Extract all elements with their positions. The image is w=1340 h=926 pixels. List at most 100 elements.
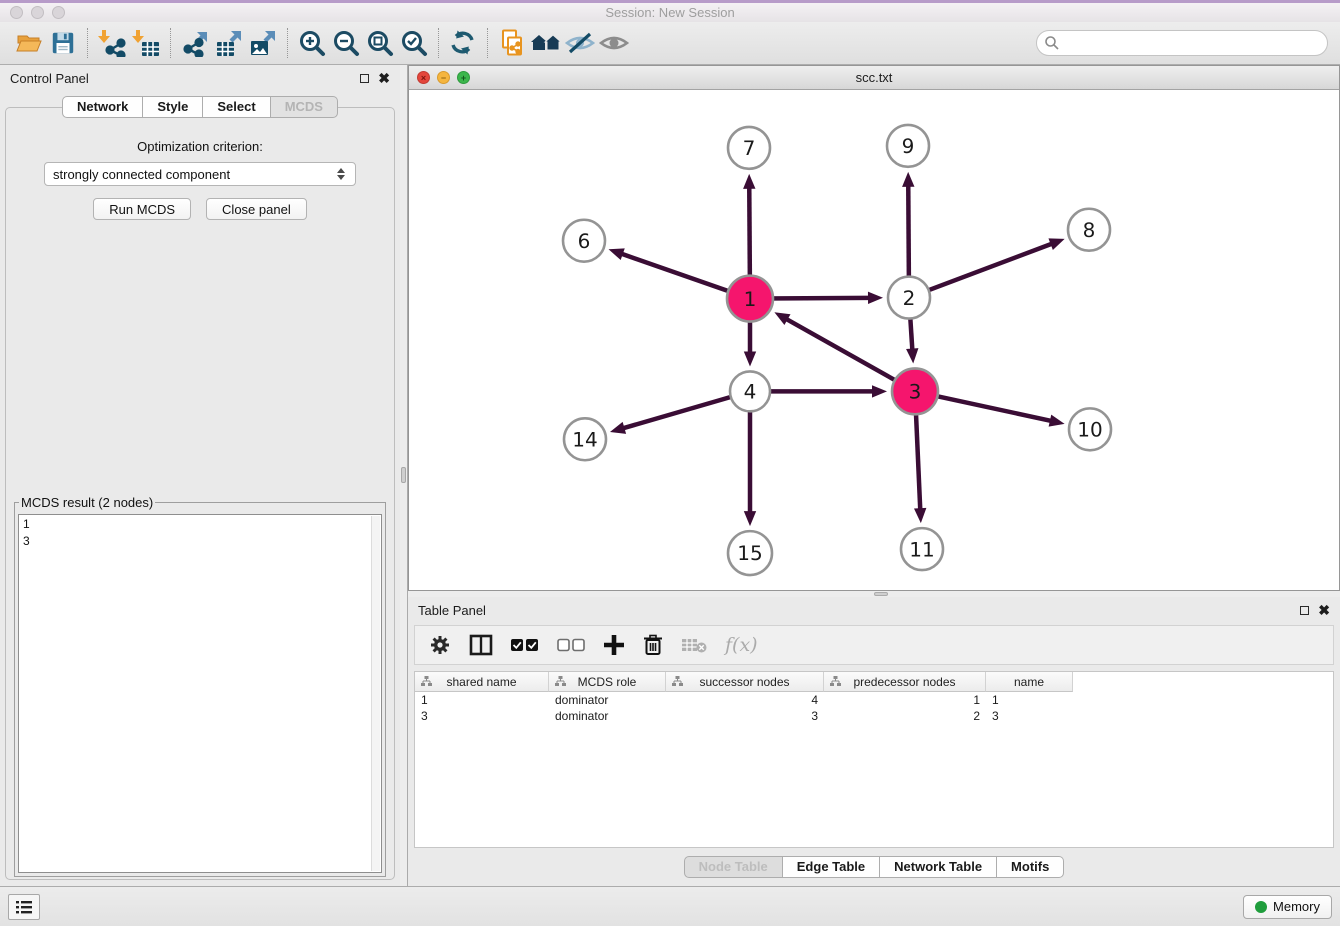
node-14[interactable]: 14 xyxy=(564,418,606,460)
column-header-name[interactable]: name xyxy=(986,672,1073,692)
node-15[interactable]: 15 xyxy=(728,531,772,575)
zoom-out-button[interactable] xyxy=(329,27,363,59)
refresh-view-button[interactable] xyxy=(446,27,480,59)
tab-network-table[interactable]: Network Table xyxy=(880,856,997,878)
node-1[interactable]: 1 xyxy=(727,276,773,322)
unselect-all-columns-button[interactable] xyxy=(557,638,585,652)
splitter-grip[interactable] xyxy=(874,592,888,596)
node-4[interactable]: 4 xyxy=(730,371,770,411)
tab-mcds[interactable]: MCDS xyxy=(271,96,338,118)
hide-selected-button[interactable] xyxy=(563,27,597,59)
create-column-button[interactable] xyxy=(603,634,625,656)
close-panel-icon[interactable]: ✖ xyxy=(378,73,390,83)
view-maximize-icon[interactable]: + xyxy=(457,71,470,84)
tab-edge-table[interactable]: Edge Table xyxy=(783,856,880,878)
zoom-fit-button[interactable] xyxy=(363,27,397,59)
table-cell[interactable]: 4 xyxy=(666,693,824,707)
edge-2-8[interactable] xyxy=(909,238,1065,297)
first-neighbors-button[interactable] xyxy=(529,27,563,59)
column-header-label: MCDS role xyxy=(578,675,637,689)
table-cell[interactable]: 3 xyxy=(415,709,549,723)
window-traffic-lights[interactable] xyxy=(10,6,65,19)
table-cell[interactable]: 2 xyxy=(824,709,986,723)
table-cell[interactable]: 1 xyxy=(986,693,1073,707)
window-close-icon[interactable] xyxy=(10,6,23,19)
task-history-button[interactable] xyxy=(8,894,40,920)
node-8[interactable]: 8 xyxy=(1068,209,1110,251)
close-panel-button[interactable]: Close panel xyxy=(206,198,307,220)
horizontal-splitter[interactable] xyxy=(408,591,1340,597)
graph-svg[interactable]: 7 9 6 8 1 2 4 3 14 10 15 11 xyxy=(409,90,1339,590)
table-cell[interactable]: 1 xyxy=(824,693,986,707)
mcds-result-box[interactable]: 13 xyxy=(18,514,382,873)
view-minimize-icon[interactable]: − xyxy=(437,71,450,84)
toggle-panel-columns-button[interactable] xyxy=(469,634,493,656)
column-header-predecessor-nodes[interactable]: predecessor nodes xyxy=(824,672,986,692)
run-mcds-button[interactable]: Run MCDS xyxy=(93,198,191,220)
node-3[interactable]: 3 xyxy=(892,368,938,414)
arrowhead-icon xyxy=(743,174,755,189)
table-cell[interactable]: 3 xyxy=(986,709,1073,723)
tab-network[interactable]: Network xyxy=(62,96,143,118)
edge-4-14[interactable] xyxy=(610,391,750,433)
result-scrollbar[interactable] xyxy=(371,516,380,871)
import-table-button[interactable] xyxy=(129,27,163,59)
column-header-shared-name[interactable]: shared name xyxy=(415,672,549,692)
export-table-button[interactable] xyxy=(212,27,246,59)
tab-motifs[interactable]: Motifs xyxy=(997,856,1064,878)
tab-style[interactable]: Style xyxy=(143,96,203,118)
window-minimize-icon[interactable] xyxy=(31,6,44,19)
save-session-button[interactable] xyxy=(46,27,80,59)
window-zoom-icon[interactable] xyxy=(52,6,65,19)
table-row[interactable]: 1dominator411 xyxy=(415,692,1333,708)
table-cell[interactable]: 1 xyxy=(415,693,549,707)
export-network-button[interactable] xyxy=(178,27,212,59)
view-close-icon[interactable]: × xyxy=(417,71,430,84)
node-table: shared name MCDS role successor nodesprede… xyxy=(414,671,1334,848)
node-label: 4 xyxy=(744,380,757,404)
column-header-mcds-role[interactable]: MCDS role xyxy=(549,672,666,692)
zoom-in-icon xyxy=(297,28,327,58)
network-canvas[interactable]: 7 9 6 8 1 2 4 3 14 10 15 11 xyxy=(409,90,1339,590)
close-panel-icon[interactable]: ✖ xyxy=(1318,605,1330,615)
float-panel-icon[interactable] xyxy=(1300,606,1309,615)
splitter-grip[interactable] xyxy=(401,467,406,483)
optimization-criterion-select[interactable]: strongly connected component xyxy=(44,162,356,186)
main-toolbar xyxy=(0,22,1340,65)
node-6[interactable]: 6 xyxy=(563,220,605,262)
checked-boxes-icon xyxy=(511,638,539,652)
node-11[interactable]: 11 xyxy=(901,528,943,570)
import-network-button[interactable] xyxy=(95,27,129,59)
node-label: 6 xyxy=(578,229,591,253)
column-header-successor-nodes[interactable]: successor nodes xyxy=(666,672,824,692)
node-10[interactable]: 10 xyxy=(1069,408,1111,450)
select-all-columns-button[interactable] xyxy=(511,638,539,652)
float-panel-icon[interactable] xyxy=(360,74,369,83)
tab-node-table[interactable]: Node Table xyxy=(684,856,783,878)
zoom-in-button[interactable] xyxy=(295,27,329,59)
show-all-button[interactable] xyxy=(597,27,631,59)
node-9[interactable]: 9 xyxy=(887,125,929,167)
open-session-button[interactable] xyxy=(12,27,46,59)
node-7[interactable]: 7 xyxy=(728,127,770,169)
export-image-button[interactable] xyxy=(246,27,280,59)
table-panel: Table Panel ✖ xyxy=(408,597,1340,886)
columns-icon xyxy=(469,634,493,656)
table-cell[interactable]: 3 xyxy=(666,709,824,723)
tab-select[interactable]: Select xyxy=(203,96,270,118)
node-2[interactable]: 2 xyxy=(888,277,930,319)
memory-button[interactable]: Memory xyxy=(1243,895,1332,919)
zoom-selected-icon xyxy=(399,28,429,58)
new-network-from-selection-button[interactable] xyxy=(495,27,529,59)
delete-column-button[interactable] xyxy=(643,634,663,656)
table-panel-header: Table Panel ✖ xyxy=(408,597,1340,623)
table-settings-button[interactable] xyxy=(429,634,451,656)
arrowhead-icon xyxy=(1049,415,1065,427)
search-input[interactable] xyxy=(1036,30,1328,56)
table-cell[interactable]: dominator xyxy=(549,693,666,707)
zoom-fit-icon xyxy=(365,28,395,58)
table-cell[interactable]: dominator xyxy=(549,709,666,723)
zoom-selected-button[interactable] xyxy=(397,27,431,59)
vertical-splitter[interactable] xyxy=(400,65,408,886)
table-row[interactable]: 3dominator323 xyxy=(415,708,1333,724)
